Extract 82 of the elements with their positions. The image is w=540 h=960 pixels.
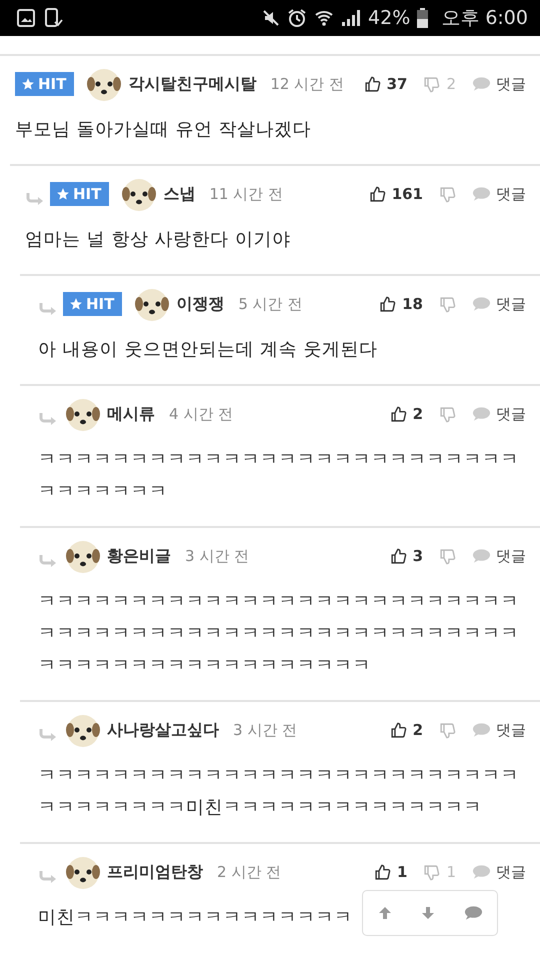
- comment-text: ㅋㅋㅋㅋㅋㅋㅋㅋㅋㅋㅋㅋㅋㅋㅋㅋㅋㅋㅋㅋㅋㅋㅋㅋㅋㅋㅋㅋㅋㅋㅋㅋㅋㅋㅋㅋㅋㅋㅋㅋㅋㅋㅋㅋㅋㅋㅋㅋㅋㅋㅋㅋㅋㅋㅋㅋㅋㅋㅋㅋㅋㅋㅋㅋㅋㅋㅋㅋㅋㅋ: [38, 590, 520, 678]
- author-name[interactable]: 사나랑살고싶다: [107, 720, 219, 740]
- time-ago: 4 시간 전: [169, 404, 234, 424]
- time-ago: 3 시간 전: [233, 720, 298, 740]
- thumbs-up-icon: [379, 296, 396, 312]
- down-arrow-icon[interactable]: [420, 905, 436, 921]
- author-name[interactable]: 각시탈친구메시탈: [128, 74, 256, 94]
- up-arrow-icon[interactable]: [376, 905, 393, 921]
- like-button[interactable]: 2: [390, 721, 423, 739]
- like-button[interactable]: 3: [390, 547, 423, 565]
- comment-text: ㅋㅋㅋㅋㅋㅋㅋㅋㅋㅋㅋㅋㅋㅋㅋㅋㅋㅋㅋㅋㅋㅋㅋㅋㅋㅋㅋㅋㅋㅋㅋㅋㅋㅋ미친ㅋㅋㅋㅋㅋㅋㅋㅋㅋㅋㅋㅋㅋㅋ: [38, 764, 520, 820]
- time-ago: 11 시간 전: [209, 184, 283, 204]
- speech-bubble-icon: [472, 864, 491, 880]
- reply-arrow-icon: [38, 412, 58, 426]
- reply-arrow-icon: [38, 870, 58, 884]
- phone-download-icon: [43, 7, 63, 29]
- hit-badge: HIT: [15, 72, 74, 96]
- speech-bubble-icon: [472, 186, 491, 202]
- thumbs-down-icon: [439, 296, 456, 312]
- reply-arrow-icon: [25, 192, 45, 206]
- like-button[interactable]: 161: [368, 185, 423, 203]
- like-button[interactable]: 2: [390, 405, 423, 423]
- thumbs-down-icon: [439, 722, 456, 738]
- like-button[interactable]: 18: [379, 295, 423, 313]
- thumbs-down-icon: [439, 548, 456, 564]
- reply-arrow-icon: [38, 302, 58, 316]
- time-ago: 12 시간 전: [270, 74, 344, 94]
- like-button[interactable]: 37: [364, 75, 408, 93]
- comment-text: 아 내용이 웃으면안되는데 계속 웃게된다: [38, 338, 378, 362]
- thumbs-up-icon: [364, 76, 381, 92]
- speech-bubble-icon: [472, 406, 491, 422]
- thumbs-up-icon: [374, 864, 392, 880]
- thumbs-up-icon: [368, 186, 386, 202]
- author-name[interactable]: 이쟁쟁: [176, 294, 224, 314]
- thumbs-down-icon: [439, 186, 456, 202]
- hit-badge: HIT: [50, 182, 110, 206]
- like-button[interactable]: 1: [374, 863, 408, 881]
- time-ago: 5 시간 전: [238, 294, 302, 314]
- thumbs-up-icon: [390, 406, 407, 422]
- comment-text: 미친ㅋㅋㅋㅋㅋㅋㅋㅋㅋㅋㅋㅋㅋㅋㅋ: [38, 906, 352, 930]
- reply-button[interactable]: 댓글: [472, 404, 526, 424]
- author-name[interactable]: 스냅: [163, 184, 196, 204]
- dislike-button[interactable]: [439, 406, 456, 422]
- reply-button[interactable]: 댓글: [472, 294, 526, 314]
- speech-bubble-icon: [472, 296, 491, 312]
- time-ago: 2 시간 전: [217, 862, 282, 882]
- comment-text: 엄마는 널 항상 사랑한다 이기야: [25, 228, 290, 252]
- speech-bubble-icon: [472, 722, 491, 738]
- gallery-icon: [16, 8, 36, 28]
- reply-button[interactable]: 댓글: [472, 862, 526, 882]
- author-name[interactable]: 프리미엄탄창: [107, 862, 203, 882]
- hit-badge: HIT: [63, 292, 122, 316]
- reply-button[interactable]: 댓글: [472, 184, 526, 204]
- speech-bubble-icon[interactable]: [464, 905, 484, 921]
- signal-icon: [341, 9, 362, 27]
- thumbs-up-icon: [390, 722, 407, 738]
- comment-text: 부모님 돌아가실때 유언 작살나겠다: [15, 118, 312, 142]
- thumbs-up-icon: [390, 548, 407, 564]
- comment-text: ㅋㅋㅋㅋㅋㅋㅋㅋㅋㅋㅋㅋㅋㅋㅋㅋㅋㅋㅋㅋㅋㅋㅋㅋㅋㅋㅋㅋㅋㅋㅋㅋㅋ: [38, 448, 520, 504]
- battery-percent: 42%: [368, 7, 410, 29]
- thumbs-down-icon: [423, 76, 440, 92]
- mute-icon: [262, 9, 280, 27]
- reply-button[interactable]: 댓글: [472, 546, 526, 566]
- author-name[interactable]: 황은비글: [107, 546, 171, 566]
- dislike-button[interactable]: [439, 296, 456, 312]
- thumbs-down-icon: [423, 864, 440, 880]
- reply-arrow-icon: [38, 728, 58, 742]
- battery-icon: [417, 8, 428, 28]
- thumbs-down-icon: [439, 406, 456, 422]
- speech-bubble-icon: [472, 548, 491, 564]
- dislike-button[interactable]: [439, 186, 456, 202]
- alarm-icon: [287, 8, 308, 28]
- dislike-button[interactable]: [439, 548, 456, 564]
- dislike-button[interactable]: [439, 722, 456, 738]
- wifi-icon: [314, 8, 334, 28]
- time-ago: 3 시간 전: [185, 546, 250, 566]
- reply-button[interactable]: 댓글: [472, 720, 526, 740]
- clock: 오후 6:00: [441, 6, 528, 31]
- speech-bubble-icon: [472, 76, 491, 92]
- reply-button[interactable]: 댓글: [472, 74, 526, 94]
- reply-arrow-icon: [38, 554, 58, 568]
- author-name[interactable]: 메시류: [107, 404, 155, 424]
